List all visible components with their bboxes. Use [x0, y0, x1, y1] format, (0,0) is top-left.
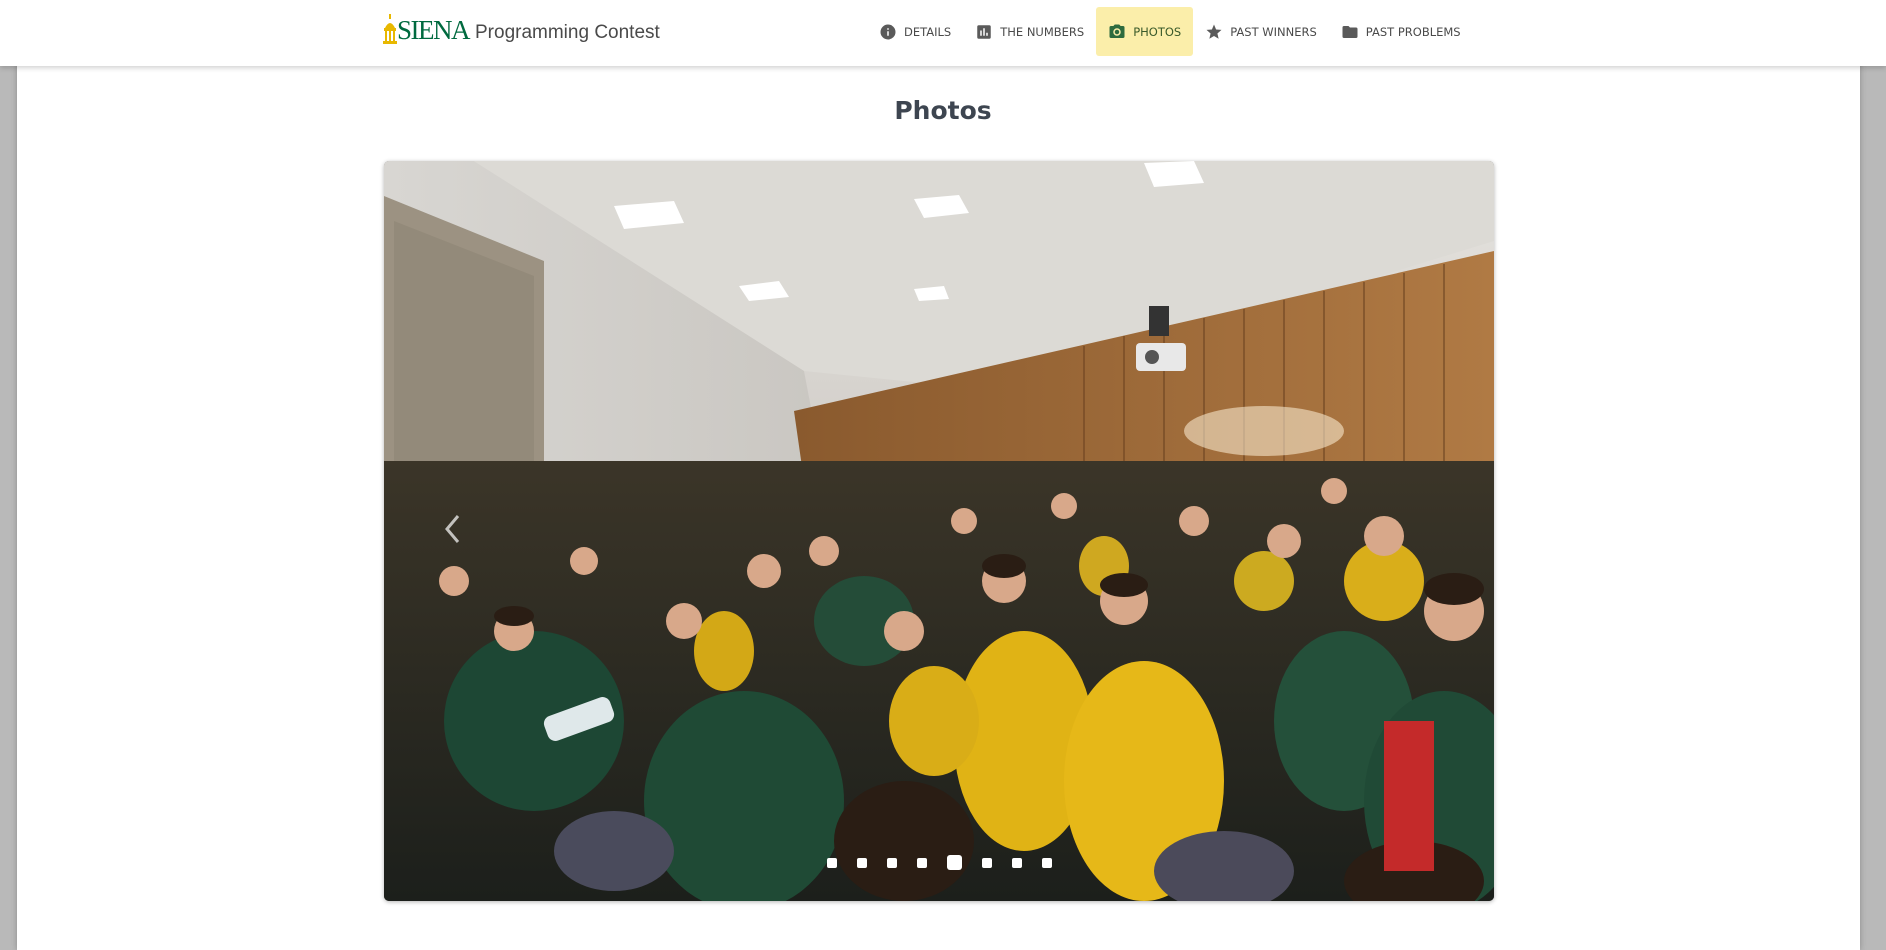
carousel-indicator-3[interactable] — [886, 857, 897, 868]
info-icon — [879, 23, 897, 41]
nav-past-winners[interactable]: PAST WINNERS — [1193, 7, 1329, 56]
top-navbar: SIENA Programming Contest DETAILS THE NU… — [0, 0, 1886, 66]
nav-past-problems[interactable]: PAST PROBLEMS — [1329, 7, 1473, 56]
siena-logo[interactable]: SIENA — [383, 8, 471, 45]
brand[interactable]: SIENA Programming Contest — [383, 6, 660, 56]
nav-past-problems-label: PAST PROBLEMS — [1365, 24, 1461, 39]
page-title: Photos — [894, 96, 992, 125]
nav-the-numbers[interactable]: THE NUMBERS — [963, 7, 1096, 56]
carousel-indicator-1[interactable] — [826, 857, 837, 868]
main-nav: DETAILS THE NUMBERS PHOTOS PAST WINNERS … — [867, 7, 1473, 56]
star-icon — [1205, 23, 1223, 41]
site-title[interactable]: Programming Contest — [475, 22, 660, 44]
dome-icon — [383, 14, 397, 44]
logo-text: SIENA — [397, 15, 471, 45]
carousel-indicator-7[interactable] — [1011, 857, 1022, 868]
photo-carousel[interactable] — [384, 161, 1494, 901]
nav-past-winners-label: PAST WINNERS — [1230, 24, 1317, 39]
carousel-indicator-6[interactable] — [981, 857, 992, 868]
camera-icon — [1108, 23, 1126, 41]
carousel-prev-button[interactable] — [434, 511, 470, 547]
nav-details-label: DETAILS — [904, 24, 952, 39]
carousel-photo — [384, 161, 1494, 901]
carousel-indicator-4[interactable] — [916, 857, 927, 868]
chevron-left-icon — [445, 515, 460, 543]
bar-chart-icon — [975, 23, 993, 41]
carousel-indicator-5[interactable] — [946, 855, 962, 870]
nav-the-numbers-label: THE NUMBERS — [1000, 24, 1085, 39]
nav-photos[interactable]: PHOTOS — [1096, 7, 1194, 56]
carousel-indicators — [384, 855, 1494, 870]
folder-icon — [1341, 23, 1359, 41]
carousel-indicator-8[interactable] — [1041, 857, 1052, 868]
carousel-indicator-2[interactable] — [856, 857, 867, 868]
nav-photos-label: PHOTOS — [1133, 24, 1182, 39]
nav-details[interactable]: DETAILS — [867, 7, 963, 56]
